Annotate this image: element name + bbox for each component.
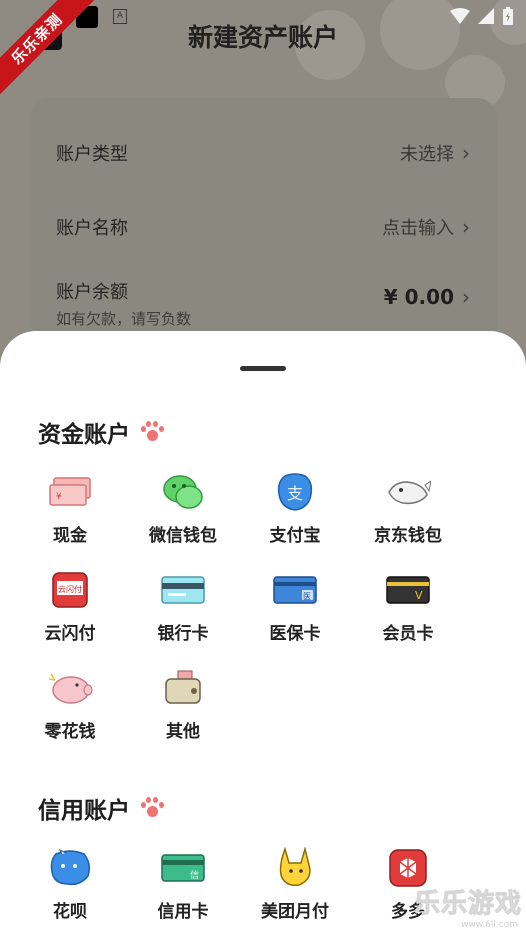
jd-icon [385,471,431,513]
account-option-other[interactable]: 其他 [128,667,238,742]
account-name-value: 点击输入 › [382,214,470,240]
account-balance-row[interactable]: 账户余额 如有欠款，请写负数 ¥ 0.00 › [56,278,470,329]
account-option-label: 会员卡 [382,624,434,644]
unionpay-icon-text: 云闪付 [58,584,82,594]
account-type-label: 账户类型 [56,144,128,165]
account-option-label: 其他 [166,722,200,742]
account-option-label: 云闪付 [44,624,96,644]
huabei-icon [47,847,93,889]
svg-text:¥: ¥ [56,492,62,502]
account-balance-hint: 如有欠款，请写负数 [56,310,192,328]
account-option-label: 微信钱包 [149,526,217,546]
account-option-label: 美团月付 [261,902,329,922]
account-type-sheet: 资金账户 ¥ 现金 微信钱包 支 支付宝 京东钱包 云闪付 云闪付 银行卡 医 … [0,331,526,936]
account-balance-value: ¥ 0.00 › [384,285,470,309]
account-option-alipay[interactable]: 支 支付宝 [240,471,350,546]
piggy-bank-icon [47,667,93,709]
account-option-label: 信用卡 [157,902,209,922]
medical-card-icon-text: 医 [303,592,311,601]
sheet-drag-handle[interactable] [240,366,286,371]
account-name-label: 账户名称 [56,218,128,239]
meituan-icon [272,847,318,889]
other-wallet-icon [160,667,206,709]
page-title: 新建资产账户 [187,23,338,52]
account-balance-amount: ¥ 0.00 [383,284,454,309]
credit-card-icon: 信 [160,847,206,889]
account-option-label: 医保卡 [269,624,321,644]
account-type-value: 未选择 › [400,140,470,166]
svg-text:支: 支 [287,484,303,503]
medical-card-icon: 医 [272,569,318,611]
paw-icon [140,420,164,444]
wechat-icon [160,471,206,513]
account-option-pocket-money[interactable]: 零花钱 [15,667,125,742]
watermark-text: 乐乐游戏 [413,889,522,920]
chevron-right-icon: › [462,141,470,165]
account-option-huabei[interactable]: 花呗 [15,847,125,922]
account-type-value-text: 未选择 [400,144,454,165]
account-option-member-card[interactable]: V 会员卡 [353,569,463,644]
account-option-label: 花呗 [53,902,87,922]
account-option-label: 银行卡 [157,624,209,644]
alipay-icon: 支 [272,471,318,513]
account-option-jd[interactable]: 京东钱包 [353,471,463,546]
account-balance-label: 账户余额 [56,282,128,303]
account-type-row[interactable]: 账户类型 未选择 › [56,140,470,166]
account-option-wechat[interactable]: 微信钱包 [128,471,238,546]
account-option-label: 京东钱包 [374,526,442,546]
account-option-medical-card[interactable]: 医 医保卡 [240,569,350,644]
site-watermark: 乐乐游戏 www.6ll.com [406,889,526,932]
chevron-right-icon: › [462,284,470,309]
section-title-funds-text: 资金账户 [38,422,130,448]
section-title-funds: 资金账户 [38,415,164,449]
unionpay-icon: 云闪付 [47,569,93,611]
watermark-url: www.6ll.com [461,920,518,930]
member-card-icon-text: V [415,589,423,602]
account-option-credit-card[interactable]: 信 信用卡 [128,847,238,922]
account-option-cash[interactable]: ¥ 现金 [15,471,125,546]
credit-card-icon-text: 信 [190,869,199,881]
account-option-label: 零花钱 [44,722,96,742]
bank-card-icon [160,569,206,611]
account-option-label: 支付宝 [269,526,321,546]
account-name-value-text: 点击输入 [382,218,454,239]
member-card-icon: V [385,569,431,611]
chevron-right-icon: › [462,215,470,239]
paw-icon [140,796,164,820]
account-option-unionpay[interactable]: 云闪付 云闪付 [15,569,125,644]
account-option-meituan[interactable]: 美团月付 [240,847,350,922]
section-title-credit-text: 信用账户 [38,798,130,824]
account-option-label: 现金 [53,526,87,546]
account-name-row[interactable]: 账户名称 点击输入 › [56,214,470,240]
cash-icon: ¥ [47,471,93,513]
account-option-bank-card[interactable]: 银行卡 [128,569,238,644]
section-title-credit: 信用账户 [38,791,164,825]
